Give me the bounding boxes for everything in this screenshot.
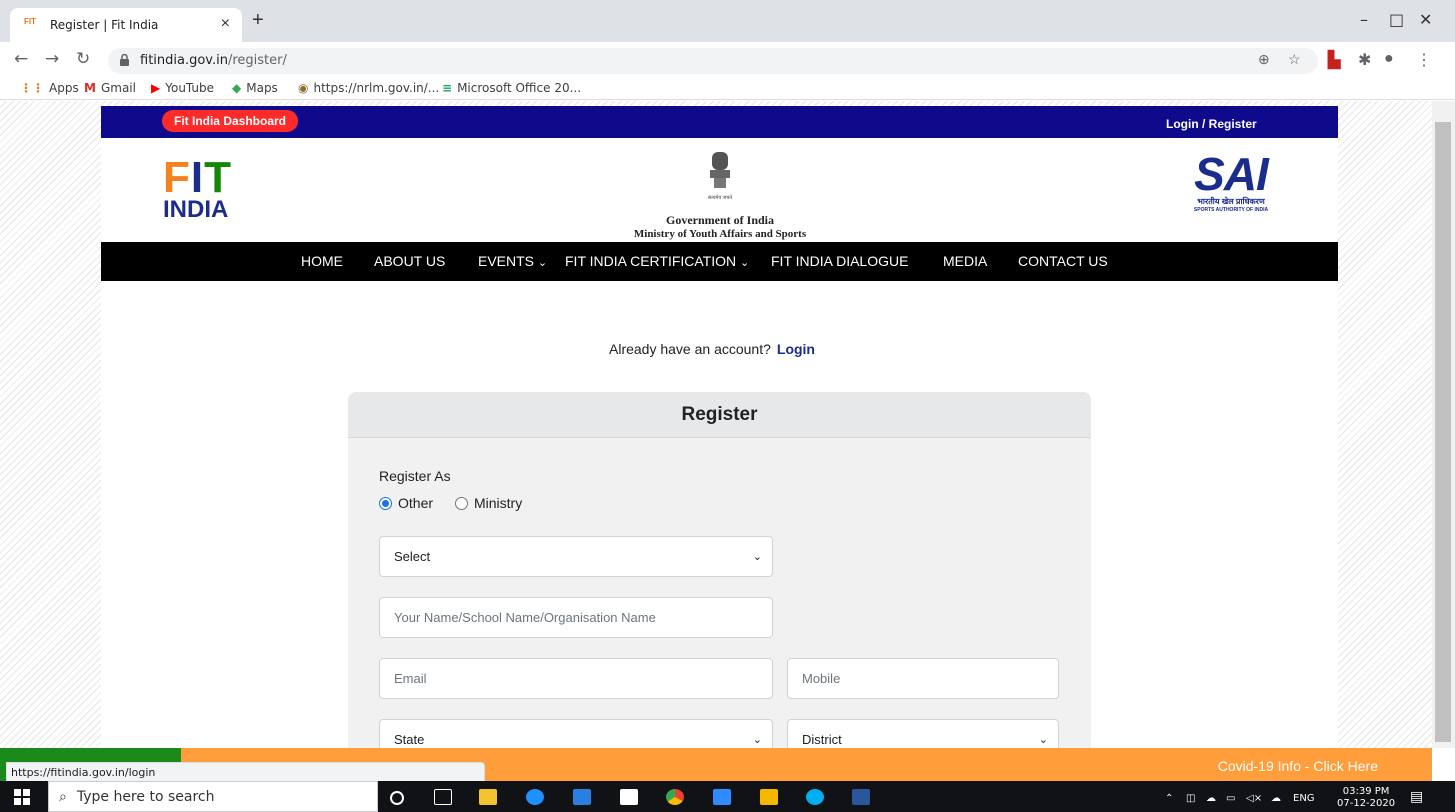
already-account-line: Already have an account? Login [609, 341, 815, 357]
name-input[interactable]: Your Name/School Name/Organisation Name [379, 597, 773, 638]
gmail-icon: M [84, 81, 96, 95]
chrome-icon[interactable] [666, 789, 684, 805]
email-input[interactable]: Email [379, 658, 773, 699]
category-select[interactable]: Select ⌄ [379, 536, 773, 577]
address-bar[interactable]: fitindia.gov.in/register/ ⊕ ☆ [108, 48, 1318, 74]
chevron-down-icon: ⌄ [740, 257, 750, 269]
bookmark-maps[interactable]: ◆ Maps [232, 81, 278, 95]
windows-start-icon[interactable] [14, 789, 30, 805]
extensions-icon[interactable]: ✱ [1358, 50, 1371, 70]
fit-india-logo-text: INDIA [163, 196, 229, 223]
nav-media[interactable]: MEDIA [943, 253, 987, 269]
sai-hindi-text: भारतीय खेल प्राधिकरण [1197, 197, 1265, 206]
notifications-icon[interactable]: ▤ [1410, 789, 1423, 805]
chevron-down-icon: ⌄ [537, 257, 548, 269]
bookmark-gmail[interactable]: M Gmail [84, 81, 136, 95]
language-indicator[interactable]: ENG [1293, 793, 1315, 804]
zoom-app-icon[interactable] [713, 789, 731, 805]
radio-checked-icon[interactable] [379, 496, 392, 510]
chevron-down-icon: ⌄ [752, 551, 762, 563]
office-icon: ≡ [442, 81, 453, 95]
login-link[interactable]: Login [777, 341, 815, 357]
register-title: Register [681, 404, 758, 425]
skype-icon[interactable] [806, 789, 824, 805]
tab-title: Register | Fit India [50, 18, 159, 32]
mail-icon[interactable] [573, 789, 591, 805]
sai-logo-text: SAI [1194, 148, 1269, 200]
network-icon[interactable]: ▭ [1226, 793, 1235, 804]
sticky-notes-icon[interactable] [760, 789, 778, 805]
tray-meet-icon[interactable]: ◫ [1186, 793, 1195, 804]
covid-info-link[interactable]: Covid-19 Info - Click Here [1218, 758, 1378, 774]
radio-ministry[interactable]: Ministry [455, 495, 522, 511]
ashoka-emblem-icon [710, 152, 730, 188]
store-icon[interactable] [620, 789, 638, 805]
register-as-label: Register As [379, 468, 451, 484]
tab-close-icon[interactable]: × [221, 15, 230, 33]
fit-india-dashboard-button[interactable]: Fit India Dashboard [162, 110, 298, 132]
clock[interactable]: 03:39 PM 07-12-2020 [1337, 786, 1395, 810]
youtube-icon: ▶ [151, 81, 161, 95]
back-icon[interactable]: ← [14, 49, 28, 69]
bookmarks-bar [0, 78, 1455, 100]
onedrive-icon[interactable]: ☁ [1206, 793, 1216, 804]
new-tab-icon[interactable]: + [252, 9, 264, 32]
lock-icon [120, 54, 129, 66]
fit-india-logo[interactable]: FIT INDIA [163, 156, 232, 223]
nrlm-icon: ◉ [298, 81, 309, 95]
tray-chevron-icon[interactable]: ⌃ [1165, 793, 1173, 804]
satyamev-jayate-text: सत्यमेव जयते [707, 195, 733, 201]
task-view-icon[interactable] [434, 789, 452, 805]
bookmark-nrlm[interactable]: ◉ https://nrlm.gov.in/... [298, 81, 439, 95]
mobile-input[interactable]: Mobile [787, 658, 1059, 699]
scrollbar-thumb[interactable] [1435, 122, 1451, 742]
bookmark-youtube[interactable]: ▶ YouTube [151, 81, 214, 95]
profile-icon[interactable]: ● [1384, 50, 1394, 68]
reload-icon[interactable]: ↻ [76, 49, 90, 69]
gov-line1: Government of India [666, 213, 774, 227]
word-icon[interactable] [852, 789, 870, 805]
minimize-icon[interactable]: – [1360, 10, 1368, 29]
nav-fit-india-dialogue[interactable]: FIT INDIA DIALOGUE [771, 253, 908, 269]
status-url-bubble: https://fitindia.gov.in/login [6, 762, 485, 782]
login-register-link[interactable]: Login / Register [1166, 117, 1257, 131]
chevron-down-icon: ⌄ [752, 734, 762, 746]
bookmark-star-icon[interactable]: ☆ [1288, 51, 1301, 68]
radio-other[interactable]: Other [379, 495, 433, 511]
radio-unchecked-icon[interactable] [455, 496, 468, 510]
nav-contact-us[interactable]: CONTACT US [1018, 253, 1108, 269]
sai-logo[interactable]: SAI भारतीय खेल प्राधिकरण SPORTS AUTHORIT… [1176, 148, 1286, 213]
sai-english-text: SPORTS AUTHORITY OF INDIA [1193, 207, 1269, 213]
bookmark-office[interactable]: ≡ Microsoft Office 20... [442, 81, 581, 95]
url-text: fitindia.gov.in/register/ [140, 53, 287, 68]
window-close-icon[interactable]: ✕ [1419, 10, 1432, 29]
gov-line2: Ministry of Youth Affairs and Sports [633, 228, 807, 240]
cloud-sync-icon[interactable]: ☁ [1271, 793, 1281, 804]
forward-icon[interactable]: → [45, 49, 59, 69]
maximize-icon[interactable]: □ [1389, 10, 1404, 29]
zoom-icon[interactable]: ⊕ [1258, 51, 1270, 68]
menu-icon[interactable]: ⋮ [1416, 50, 1432, 70]
government-emblem-block: सत्यमेव जयते Government of India Ministr… [610, 150, 830, 240]
chevron-down-icon: ⌄ [1038, 734, 1048, 746]
bookmark-apps[interactable]: ⋮⋮ Apps [20, 81, 79, 95]
pdf-extension-icon[interactable]: ▙ [1328, 50, 1340, 70]
browser-tab[interactable]: FIT Register | Fit India × [10, 8, 242, 42]
nav-fit-india-certification[interactable]: FIT INDIA CERTIFICATION ⌄ [565, 253, 749, 269]
apps-grid-icon: ⋮⋮ [20, 81, 44, 95]
maps-icon: ◆ [232, 81, 242, 95]
nav-about-us[interactable]: ABOUT US [374, 253, 445, 269]
nav-home[interactable]: HOME [301, 253, 343, 269]
search-icon: ⌕ [59, 788, 67, 805]
cortana-icon[interactable] [390, 791, 404, 805]
volume-icon[interactable]: ◁× [1246, 793, 1262, 804]
file-explorer-icon[interactable] [479, 789, 497, 805]
nav-events[interactable]: EVENTS ⌄ [478, 253, 547, 269]
taskbar-search-box[interactable]: ⌕ Type here to search [48, 781, 378, 812]
edge-icon[interactable] [526, 789, 544, 805]
fit-india-favicon-icon: FIT [24, 17, 36, 26]
